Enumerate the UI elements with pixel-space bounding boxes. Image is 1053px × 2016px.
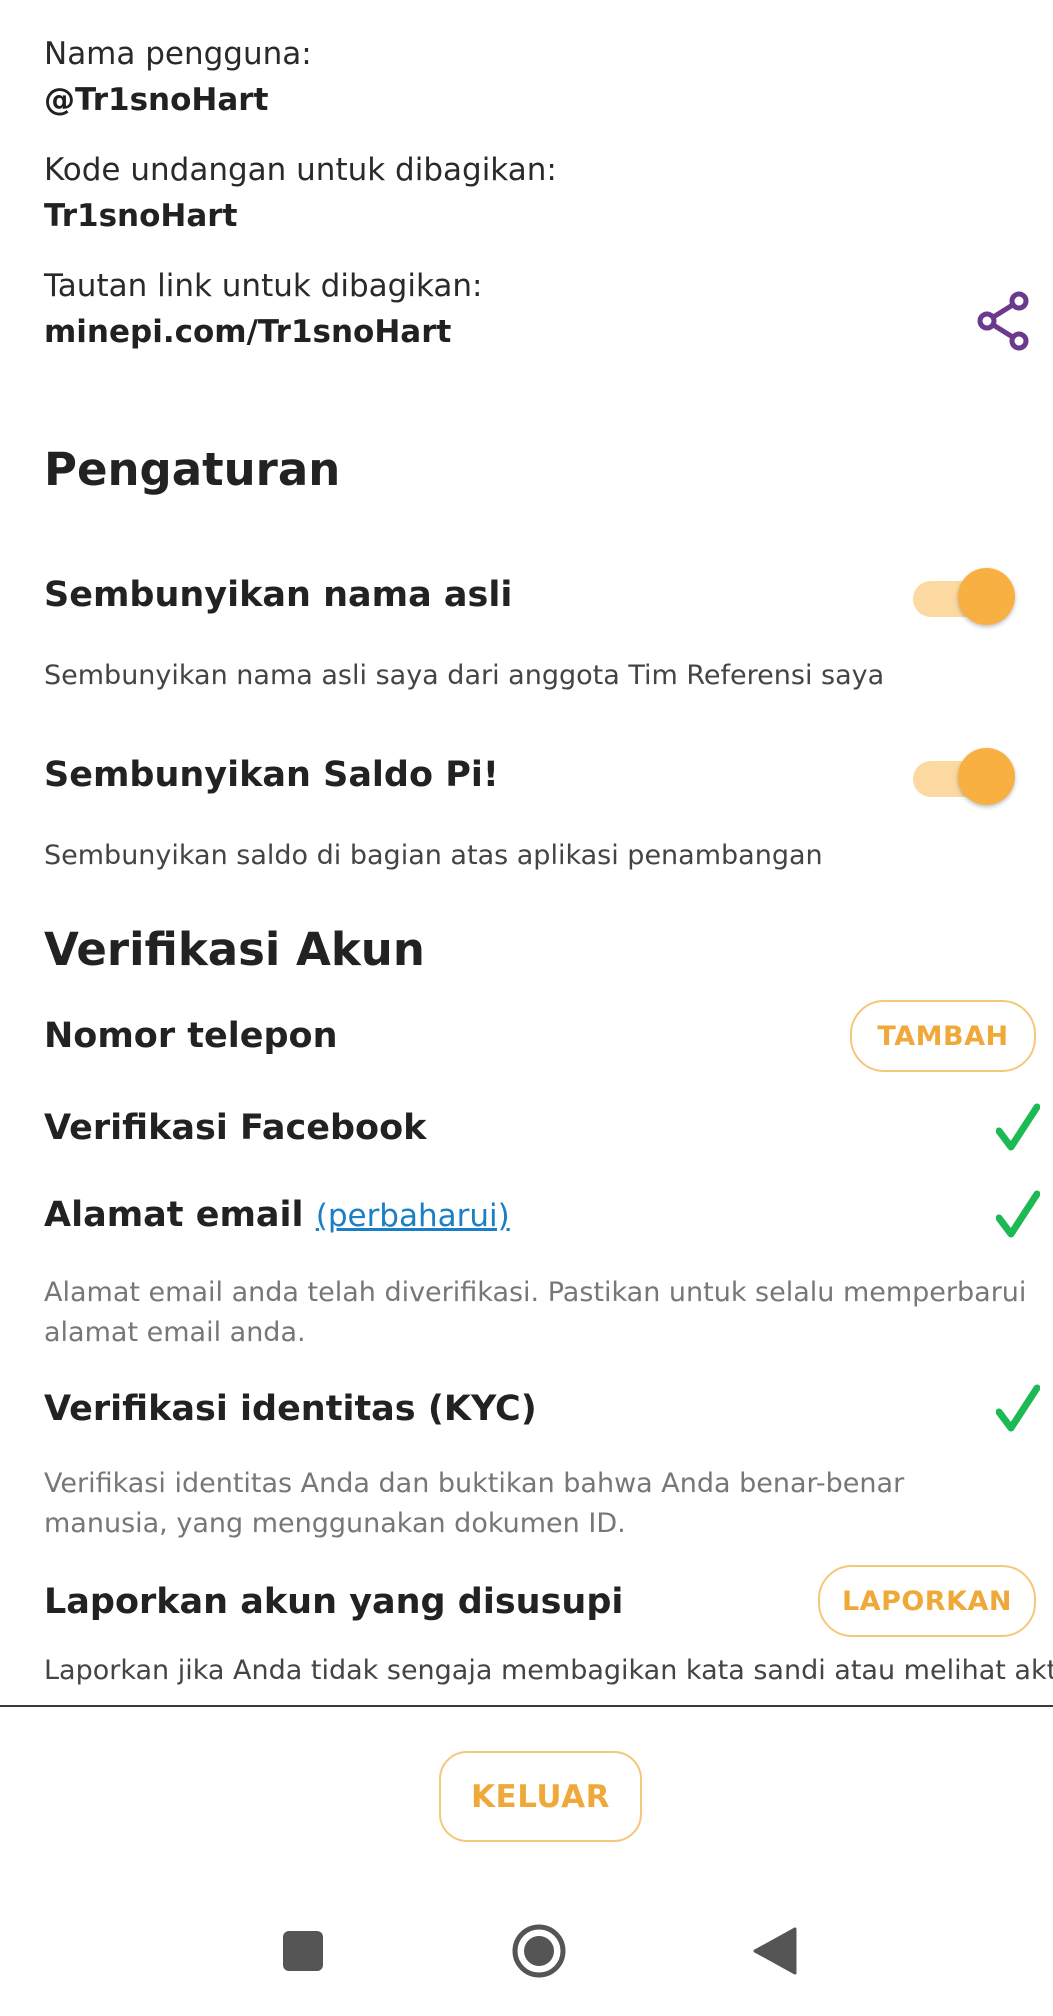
- toggle-knob: [958, 748, 1015, 805]
- share-link-label: Tautan link untuk dibagikan:: [44, 268, 483, 304]
- username-value: @Tr1snoHart: [44, 82, 269, 118]
- toggle-knob: [958, 568, 1015, 625]
- back-icon[interactable]: [751, 1926, 797, 1976]
- hide-name-title: Sembunyikan nama asli: [44, 575, 513, 615]
- phone-label: Nomor telepon: [44, 1016, 338, 1056]
- share-icon[interactable]: [975, 290, 1031, 352]
- add-phone-button[interactable]: TAMBAH: [850, 1000, 1036, 1072]
- scroll-content[interactable]: Nama pengguna: @Tr1snoHart Kode undangan…: [0, 0, 1053, 1705]
- logout-button[interactable]: KELUAR: [439, 1751, 642, 1842]
- hide-balance-description: Sembunyikan saldo di bagian atas aplikas…: [44, 840, 823, 871]
- hide-balance-title: Sembunyikan Saldo Pi!: [44, 755, 499, 795]
- kyc-description: Verifikasi identitas Anda dan buktikan b…: [44, 1468, 905, 1539]
- email-verified-check-icon: [995, 1190, 1041, 1240]
- email-label: Alamat email: [44, 1195, 304, 1235]
- hide-name-toggle[interactable]: [909, 565, 1015, 625]
- facebook-label: Verifikasi Facebook: [44, 1108, 427, 1148]
- username-label: Nama pengguna:: [44, 36, 312, 72]
- email-update-link[interactable]: (perbaharui): [316, 1198, 510, 1234]
- settings-title: Pengaturan: [44, 443, 341, 496]
- kyc-label: Verifikasi identitas (KYC): [44, 1389, 537, 1429]
- verification-title: Verifikasi Akun: [44, 923, 425, 976]
- report-button[interactable]: LAPORKAN: [818, 1565, 1036, 1637]
- hide-name-description: Sembunyikan nama asli saya dari anggota …: [44, 660, 885, 691]
- report-label: Laporkan akun yang disusupi: [44, 1582, 624, 1622]
- facebook-verified-check-icon: [995, 1103, 1041, 1153]
- home-icon[interactable]: [511, 1923, 567, 1979]
- report-description: Laporkan jika Anda tidak sengaja membagi…: [44, 1655, 1053, 1686]
- settings-screen: Nama pengguna: @Tr1snoHart Kode undangan…: [0, 0, 1053, 2016]
- invite-code-value: Tr1snoHart: [44, 198, 238, 234]
- email-description: Alamat email anda telah diverifikasi. Pa…: [44, 1277, 1027, 1348]
- divider: [0, 1705, 1053, 1707]
- share-link-value: minepi.com/Tr1snoHart: [44, 314, 452, 350]
- email-row: Alamat email (perbaharui): [44, 1194, 510, 1236]
- kyc-verified-check-icon: [995, 1384, 1041, 1434]
- recent-apps-icon[interactable]: [283, 1931, 323, 1971]
- hide-balance-toggle[interactable]: [909, 745, 1015, 805]
- invite-code-label: Kode undangan untuk dibagikan:: [44, 152, 557, 188]
